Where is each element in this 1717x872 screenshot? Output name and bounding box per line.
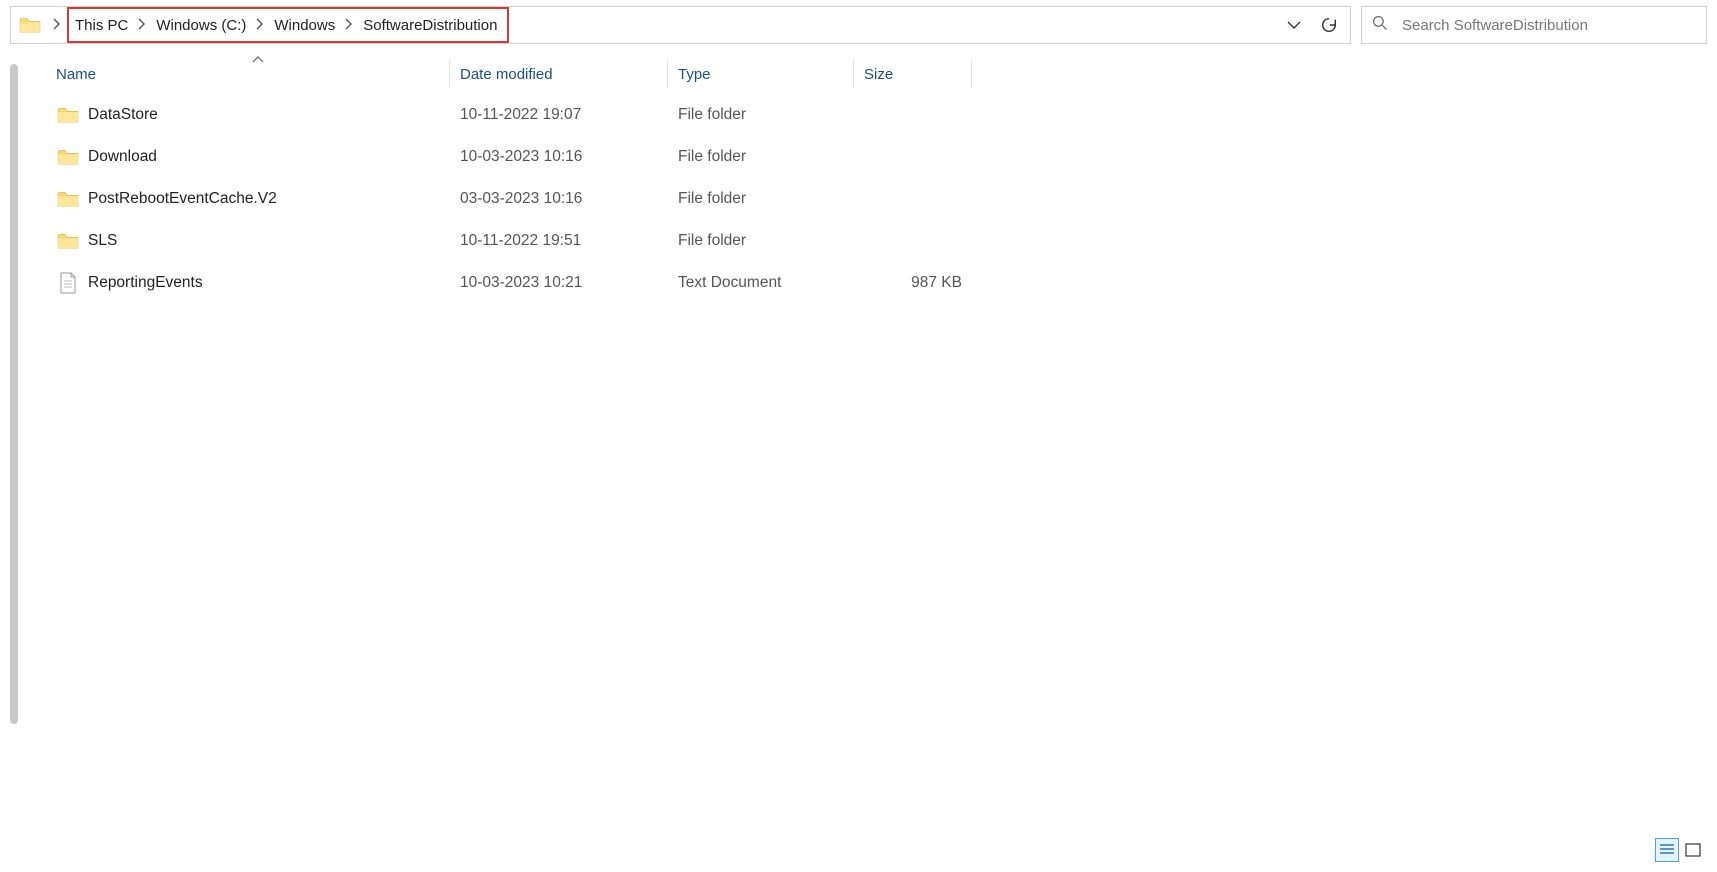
cell-type: File folder	[668, 232, 854, 250]
search-bar[interactable]	[1361, 6, 1707, 44]
columns-header: Name Date modified Type Size	[30, 54, 1717, 94]
sort-ascending-icon	[252, 52, 264, 66]
scrollbar[interactable]	[10, 64, 18, 724]
table-row[interactable]: PostRebootEventCache.V2 03-03-2023 10:16F…	[30, 178, 1717, 220]
refresh-icon[interactable]	[1320, 16, 1338, 34]
file-rows: DataStore10-11-2022 19:07File folderDown…	[30, 94, 1717, 304]
breadcrumb-item-this-pc[interactable]: This PC	[71, 17, 132, 34]
chevron-right-icon[interactable]	[47, 18, 67, 33]
cell-name: DataStore	[56, 105, 450, 125]
top-bar: This PC Windows (C:) Windows SoftwareDis…	[0, 0, 1717, 50]
cell-date: 03-03-2023 10:16	[450, 190, 668, 208]
address-controls	[1276, 16, 1344, 34]
table-row[interactable]: SLS 10-11-2022 19:51File folder	[30, 220, 1717, 262]
view-toggles	[1655, 838, 1705, 862]
file-name: SLS	[88, 232, 117, 250]
column-divider[interactable]	[971, 60, 972, 88]
cell-name: ReportingEvents	[56, 273, 450, 293]
chevron-down-icon[interactable]	[1286, 20, 1302, 30]
cell-size: 987 KB	[854, 274, 972, 292]
text-file-icon	[56, 273, 80, 293]
column-label: Date modified	[460, 66, 553, 83]
cell-date: 10-11-2022 19:07	[450, 106, 668, 124]
column-label: Size	[864, 66, 893, 83]
cell-name: Download	[56, 147, 450, 167]
cell-name: SLS	[56, 231, 450, 251]
column-header-type[interactable]: Type	[668, 54, 854, 94]
column-label: Type	[678, 66, 711, 83]
file-name: PostRebootEventCache.V2	[88, 190, 277, 208]
file-name: ReportingEvents	[88, 274, 203, 292]
cell-date: 10-03-2023 10:16	[450, 148, 668, 166]
address-bar[interactable]: This PC Windows (C:) Windows SoftwareDis…	[10, 6, 1351, 44]
folder-icon	[56, 105, 80, 125]
folder-icon	[19, 16, 41, 34]
column-header-size[interactable]: Size	[854, 54, 972, 94]
folder-icon	[56, 189, 80, 209]
cell-type: Text Document	[668, 274, 854, 292]
breadcrumb: This PC Windows (C:) Windows SoftwareDis…	[67, 7, 1276, 43]
cell-name: PostRebootEventCache.V2	[56, 189, 450, 209]
column-header-date[interactable]: Date modified	[450, 54, 668, 94]
nav-pane-collapsed[interactable]	[0, 50, 30, 872]
folder-icon	[56, 231, 80, 251]
main-area: Name Date modified Type Size DataStore 10…	[0, 50, 1717, 872]
chevron-right-icon[interactable]	[250, 18, 270, 33]
table-row[interactable]: ReportingEvents 10-03-2023 10:21Text Docu…	[30, 262, 1717, 304]
table-row[interactable]: Download 10-03-2023 10:16File folder	[30, 136, 1717, 178]
search-icon	[1372, 15, 1388, 36]
table-row[interactable]: DataStore 10-11-2022 19:07File folder	[30, 94, 1717, 136]
file-list-pane: Name Date modified Type Size DataStore 10…	[30, 50, 1717, 872]
breadcrumb-item-windows[interactable]: Windows	[270, 17, 339, 34]
large-icons-view-button[interactable]	[1681, 838, 1705, 862]
chevron-right-icon[interactable]	[339, 18, 359, 33]
cell-type: File folder	[668, 148, 854, 166]
breadcrumb-highlight: This PC Windows (C:) Windows SoftwareDis…	[67, 7, 509, 43]
search-input[interactable]	[1402, 17, 1696, 34]
column-label: Name	[56, 66, 96, 83]
details-view-button[interactable]	[1655, 838, 1679, 862]
file-name: Download	[88, 148, 157, 166]
cell-type: File folder	[668, 106, 854, 124]
breadcrumb-item-windows-c[interactable]: Windows (C:)	[152, 17, 250, 34]
file-name: DataStore	[88, 106, 158, 124]
breadcrumb-item-softwaredistribution[interactable]: SoftwareDistribution	[359, 17, 501, 34]
cell-date: 10-11-2022 19:51	[450, 232, 668, 250]
column-header-name[interactable]: Name	[56, 54, 450, 94]
cell-date: 10-03-2023 10:21	[450, 274, 668, 292]
chevron-right-icon[interactable]	[132, 18, 152, 33]
folder-icon	[56, 147, 80, 167]
cell-type: File folder	[668, 190, 854, 208]
